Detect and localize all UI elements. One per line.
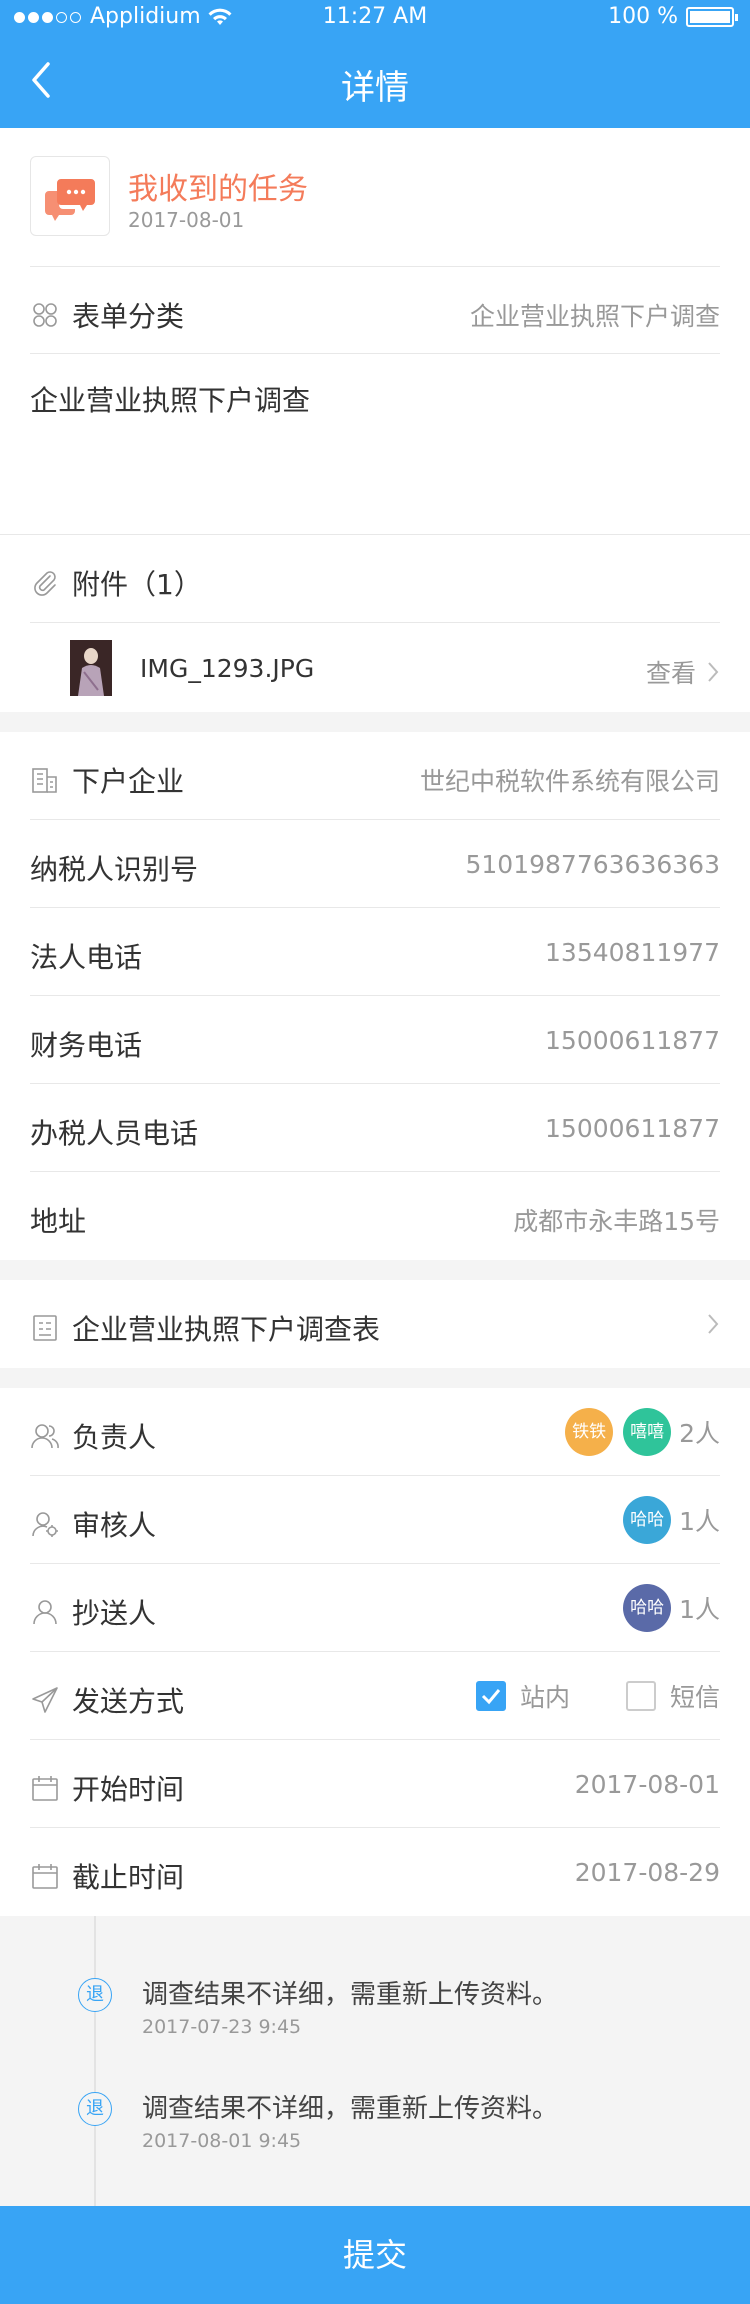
address-value: 成都市永丰路15号 — [513, 1207, 720, 1236]
attachment-view-link[interactable]: 查看 — [646, 654, 720, 690]
send-option-sms[interactable]: 短信 — [625, 1678, 720, 1714]
end-time-row[interactable]: 截止时间 2017-08-29 — [30, 1828, 720, 1916]
form-category-row: 表单分类 企业营业执照下户调查 — [30, 266, 720, 354]
legal-phone-label: 法人电话 — [30, 941, 143, 974]
view-label: 查看 — [645, 659, 696, 688]
submit-button[interactable]: 提交 — [0, 2206, 750, 2304]
company-section: 下户企业 世纪中税软件系统有限公司 纳税人识别号 510198776363636… — [0, 732, 750, 1260]
reviewer-row[interactable]: 审核人 哈哈 1人 — [30, 1476, 720, 1564]
checkbox-checked[interactable] — [475, 1681, 506, 1711]
battery-percent: 100 % — [608, 4, 678, 29]
calendar-icon — [32, 1864, 58, 1889]
attachments-header-row: 附件（1） — [30, 535, 720, 623]
taxpayer-id-value: 5101987763636363 — [465, 850, 721, 879]
timeline-date: 2017-07-23 9:45 — [142, 2016, 302, 2038]
company-value: 世纪中税软件系统有限公司 — [419, 767, 720, 796]
attachment-thumbnail — [70, 640, 112, 696]
chat-bubbles-icon — [45, 179, 95, 221]
timeline-text: 调查结果不详细，需重新上传资料。 — [142, 2094, 559, 2124]
attachments-label: 附件（1） — [72, 568, 202, 601]
battery-icon — [686, 6, 738, 27]
send-option-internal[interactable]: 站内 — [475, 1678, 570, 1714]
description-text: 企业营业执照下户调查 — [30, 384, 311, 417]
reviewer-count: 1人 — [679, 1507, 720, 1536]
start-time-value: 2017-08-01 — [574, 1770, 720, 1799]
send-method-label: 发送方式 — [72, 1685, 185, 1718]
timeline-date: 2017-08-01 9:45 — [142, 2130, 302, 2152]
cc-row[interactable]: 抄送人 哈哈 1人 — [30, 1564, 720, 1652]
send-option-sms-label: 短信 — [669, 1683, 720, 1712]
task-title: 我收到的任务 — [128, 172, 308, 207]
paper-plane-icon — [32, 1687, 58, 1713]
address-row: 地址 成都市永丰路15号 — [30, 1172, 720, 1260]
owner-avatars: 铁铁 嘻嘻 2人 — [555, 1408, 720, 1456]
avatar: 哈哈 — [623, 1584, 672, 1632]
send-method-row: 发送方式 站内 短信 — [30, 1652, 720, 1740]
building-icon — [32, 768, 57, 793]
survey-form-section: 企业营业执照下户调查表 — [0, 1280, 750, 1368]
tax-officer-phone-label: 办税人员电话 — [30, 1117, 199, 1150]
task-icon — [30, 156, 110, 236]
end-time-value: 2017-08-29 — [574, 1858, 720, 1887]
category-grid-icon — [33, 303, 57, 327]
nav-bar: 详情 — [0, 36, 750, 128]
send-option-internal-label: 站内 — [519, 1683, 570, 1712]
tax-officer-phone-row: 办税人员电话 15000611877 — [30, 1084, 720, 1172]
send-method-options: 站内 短信 — [420, 1678, 720, 1714]
task-section: 我收到的任务 2017-08-01 表单分类 企业营业执照下户调查 企业营业执照… — [0, 128, 750, 712]
checkbox-unchecked[interactable] — [625, 1681, 656, 1711]
address-label: 地址 — [30, 1205, 87, 1238]
timeline-text: 调查结果不详细，需重新上传资料。 — [142, 1980, 559, 2010]
legal-phone-row: 法人电话 13540811977 — [30, 908, 720, 996]
survey-form-label: 企业营业执照下户调查表 — [72, 1313, 381, 1346]
legal-phone-value: 13540811977 — [545, 938, 720, 967]
owner-count: 2人 — [679, 1419, 720, 1448]
return-badge: 退 — [78, 2092, 112, 2126]
reviewer-gear-icon — [32, 1512, 58, 1537]
taxpayer-id-label: 纳税人识别号 — [30, 853, 199, 886]
form-category-value: 企业营业执照下户调查 — [469, 302, 720, 331]
timeline-line — [94, 1916, 96, 2206]
finance-phone-row: 财务电话 15000611877 — [30, 996, 720, 1084]
status-bar: Applidium 11:27 AM 100 % — [0, 0, 750, 36]
start-time-label: 开始时间 — [72, 1773, 185, 1806]
assignment-section: 负责人 铁铁 嘻嘻 2人 审核人 哈哈 1人 抄送人 哈哈 1人 发送方式 站内… — [0, 1388, 750, 1916]
chevron-right-icon — [708, 662, 719, 682]
avatar: 嘻嘻 — [623, 1408, 672, 1456]
people-icon — [31, 1424, 59, 1449]
description-area: 企业营业执照下户调查 — [0, 355, 750, 535]
avatar: 铁铁 — [565, 1408, 614, 1456]
company-row: 下户企业 世纪中税软件系统有限公司 — [30, 732, 720, 820]
person-icon — [33, 1600, 57, 1625]
owner-label: 负责人 — [72, 1421, 157, 1454]
chevron-right-icon — [708, 1314, 719, 1334]
cc-avatars: 哈哈 1人 — [613, 1584, 720, 1632]
reviewer-label: 审核人 — [72, 1509, 157, 1542]
finance-phone-value: 15000611877 — [545, 1026, 720, 1055]
avatar: 哈哈 — [623, 1496, 672, 1544]
owner-row[interactable]: 负责人 铁铁 嘻嘻 2人 — [30, 1388, 720, 1476]
checkmark-icon — [481, 1689, 501, 1705]
end-time-label: 截止时间 — [72, 1861, 185, 1894]
paperclip-icon — [34, 571, 56, 596]
attachment-file-name: IMG_1293.JPG — [140, 654, 315, 683]
history-timeline: 退 调查结果不详细，需重新上传资料。 2017-07-23 9:45 退 调查结… — [0, 1916, 750, 2206]
taxpayer-id-row: 纳税人识别号 5101987763636363 — [30, 820, 720, 908]
reviewer-avatars: 哈哈 1人 — [613, 1496, 720, 1544]
attachment-item[interactable]: IMG_1293.JPG 查看 — [30, 624, 720, 712]
company-label: 下户企业 — [72, 765, 185, 798]
form-document-icon — [33, 1315, 57, 1341]
return-badge: 退 — [78, 1978, 112, 2012]
finance-phone-label: 财务电话 — [30, 1029, 143, 1062]
task-date: 2017-08-01 — [128, 208, 245, 232]
cc-label: 抄送人 — [72, 1597, 157, 1630]
start-time-row[interactable]: 开始时间 2017-08-01 — [30, 1740, 720, 1828]
battery: 100 % — [608, 4, 738, 29]
page-title: 详情 — [341, 68, 409, 108]
cc-count: 1人 — [679, 1595, 720, 1624]
form-category-label: 表单分类 — [72, 300, 185, 333]
tax-officer-phone-value: 15000611877 — [545, 1114, 720, 1143]
calendar-icon — [32, 1776, 58, 1801]
survey-form-row[interactable]: 企业营业执照下户调查表 — [30, 1280, 720, 1368]
